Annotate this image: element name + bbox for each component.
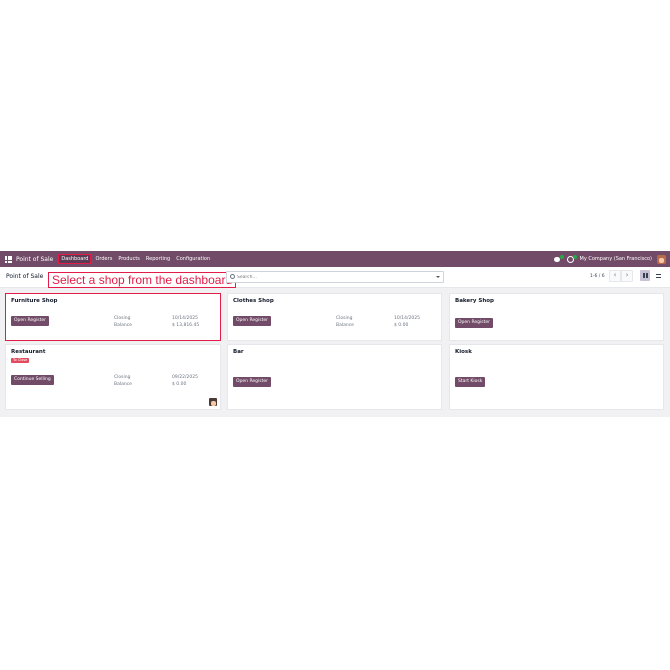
activity-clock-icon[interactable] bbox=[566, 254, 577, 263]
search-box[interactable] bbox=[226, 271, 444, 283]
user-avatar[interactable] bbox=[657, 254, 666, 264]
to-close-badge: To Close bbox=[11, 358, 30, 363]
card-title[interactable]: Clothes Shop bbox=[233, 298, 274, 304]
balance-label: Balance bbox=[336, 323, 354, 328]
card-title[interactable]: Furniture Shop bbox=[11, 298, 57, 304]
balance-label: Balance bbox=[114, 323, 132, 328]
app-name[interactable]: Point of Sale bbox=[16, 256, 53, 263]
closing-label: Closing bbox=[114, 316, 131, 321]
pager-next-button[interactable]: › bbox=[621, 270, 633, 282]
breadcrumb: Point of Sale bbox=[6, 273, 44, 280]
menu-dashboard[interactable]: Dashboard bbox=[58, 254, 92, 264]
closing-date: 10/14/2025 bbox=[394, 316, 420, 321]
apps-grid-icon[interactable] bbox=[5, 255, 12, 263]
card-title[interactable]: Kiosk bbox=[455, 349, 472, 355]
pos-app: Point of Sale Dashboard Orders Products … bbox=[0, 251, 670, 417]
search-icon bbox=[230, 274, 235, 279]
pager-value[interactable]: 1-6 / 6 bbox=[590, 274, 605, 279]
closing-date: 09/22/2025 bbox=[172, 375, 198, 380]
chat-icon[interactable] bbox=[553, 254, 564, 263]
list-view-button[interactable] bbox=[653, 270, 663, 281]
open-register-button[interactable]: Open Register bbox=[233, 316, 271, 326]
card-title[interactable]: Bakery Shop bbox=[455, 298, 494, 304]
menu-reporting[interactable]: Reporting bbox=[144, 255, 172, 263]
kanban-view-button[interactable] bbox=[640, 270, 650, 281]
user-avatar bbox=[209, 398, 217, 406]
pos-card-kiosk[interactable]: Kiosk Start Kiosk bbox=[449, 344, 664, 410]
continue-selling-button[interactable]: Continue Selling bbox=[11, 375, 54, 385]
start-kiosk-button[interactable]: Start Kiosk bbox=[455, 377, 486, 387]
balance-value: $ 0.00 bbox=[172, 382, 187, 387]
open-register-button[interactable]: Open Register bbox=[11, 316, 49, 326]
balance-value: $ 0.00 bbox=[394, 323, 409, 328]
open-register-button[interactable]: Open Register bbox=[233, 377, 271, 387]
menu-products[interactable]: Products bbox=[116, 255, 142, 263]
top-navbar: Point of Sale Dashboard Orders Products … bbox=[0, 251, 670, 267]
company-switcher[interactable]: My Company (San Francisco) bbox=[580, 256, 653, 262]
instruction-annotation: Select a shop from the dashboard bbox=[48, 272, 237, 288]
open-register-button[interactable]: Open Register bbox=[455, 318, 493, 328]
pager-previous-button[interactable]: ‹ bbox=[609, 270, 621, 282]
pos-card-bakery-shop[interactable]: Bakery Shop Open Register bbox=[449, 293, 664, 341]
closing-date: 10/14/2025 bbox=[172, 316, 198, 321]
list-icon bbox=[655, 273, 661, 278]
kanban-icon bbox=[642, 273, 648, 278]
control-panel: Point of Sale Select a shop from the das… bbox=[0, 267, 670, 288]
closing-label: Closing bbox=[114, 375, 131, 380]
card-title[interactable]: Bar bbox=[233, 349, 244, 355]
card-title[interactable]: Restaurant bbox=[11, 349, 45, 355]
menu-configuration[interactable]: Configuration bbox=[174, 255, 212, 263]
search-input[interactable] bbox=[237, 272, 427, 282]
pos-card-furniture-shop[interactable]: Furniture Shop Open Register Closing Bal… bbox=[5, 293, 221, 341]
balance-value: $ 13,816.45 bbox=[172, 323, 200, 328]
balance-label: Balance bbox=[114, 382, 132, 387]
pos-card-restaurant[interactable]: Restaurant To Close Continue Selling Clo… bbox=[5, 344, 221, 410]
pos-card-clothes-shop[interactable]: Clothes Shop Open Register Closing Balan… bbox=[227, 293, 442, 341]
navbar-right: My Company (San Francisco) bbox=[553, 254, 666, 264]
menu-orders[interactable]: Orders bbox=[93, 255, 114, 263]
pos-card-bar[interactable]: Bar Open Register bbox=[227, 344, 442, 410]
caret-down-icon[interactable] bbox=[436, 276, 440, 278]
closing-label: Closing bbox=[336, 316, 353, 321]
